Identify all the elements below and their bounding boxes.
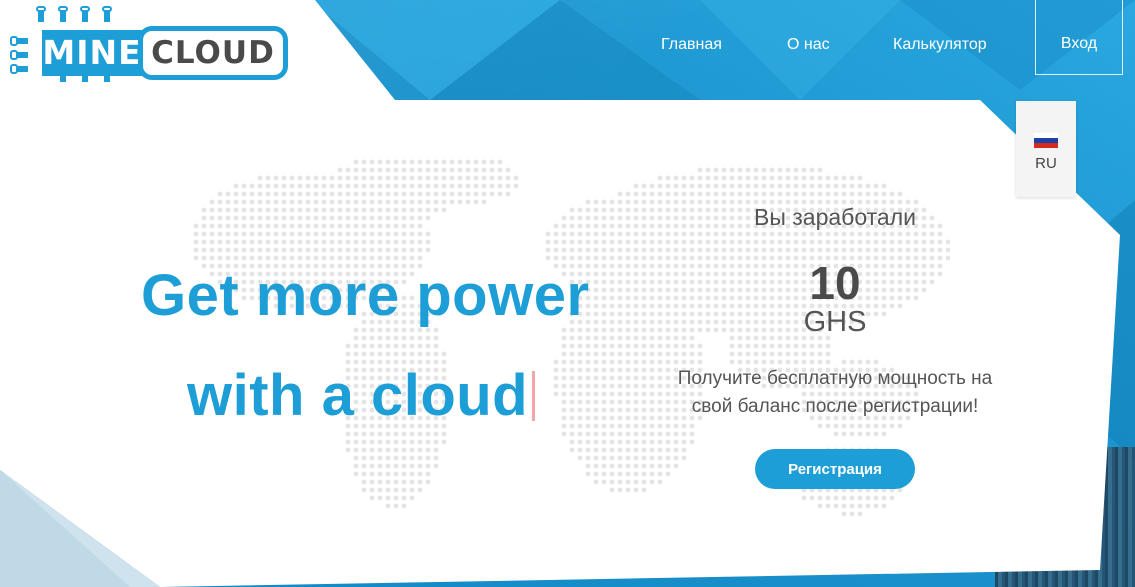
register-button[interactable]: Регистрация (755, 449, 915, 489)
login-label: Вход (1060, 35, 1098, 52)
chip-pin-icon (58, 6, 68, 22)
nav-link-home[interactable]: Главная (661, 36, 722, 54)
login-button[interactable]: Вход (1035, 0, 1123, 75)
minecloud-logo[interactable]: MINE CLOUD (10, 6, 288, 84)
chip-pin-icon (80, 6, 90, 22)
logo-text-mine: MINE (42, 30, 142, 76)
logo-text-cloud: CLOUD (138, 26, 288, 80)
chip-pin-icon (10, 50, 28, 60)
chip-pin-icon (10, 36, 28, 46)
language-code: RU (1035, 155, 1057, 172)
chip-pin-icon (10, 64, 28, 74)
earnings-title: Вы заработали (754, 204, 916, 230)
earnings-description-line2: свой баланс после регистрации! (691, 396, 979, 417)
earnings-description: Получите бесплатную мощность на свой бал… (655, 365, 1015, 421)
chip-pin-icon (102, 6, 112, 22)
hero-headline-line1: Get more power (141, 263, 590, 328)
chip-pin-icon (36, 6, 46, 22)
nav-link-calculator[interactable]: Калькулятор (893, 36, 987, 54)
hero-headline-line2-wrap: with a cloud (187, 362, 536, 429)
nav-link-about[interactable]: О нас (787, 36, 830, 54)
earnings-value: 10 (809, 257, 861, 309)
hero-headline-line2: with a cloud (187, 363, 529, 428)
earnings-unit: GHS (803, 306, 867, 338)
language-selector[interactable]: RU (1016, 101, 1076, 197)
typing-cursor (532, 371, 536, 421)
register-label: Регистрация (788, 460, 882, 478)
earnings-description-line1: Получите бесплатную мощность на (677, 368, 993, 389)
russia-flag-icon (1034, 133, 1058, 148)
